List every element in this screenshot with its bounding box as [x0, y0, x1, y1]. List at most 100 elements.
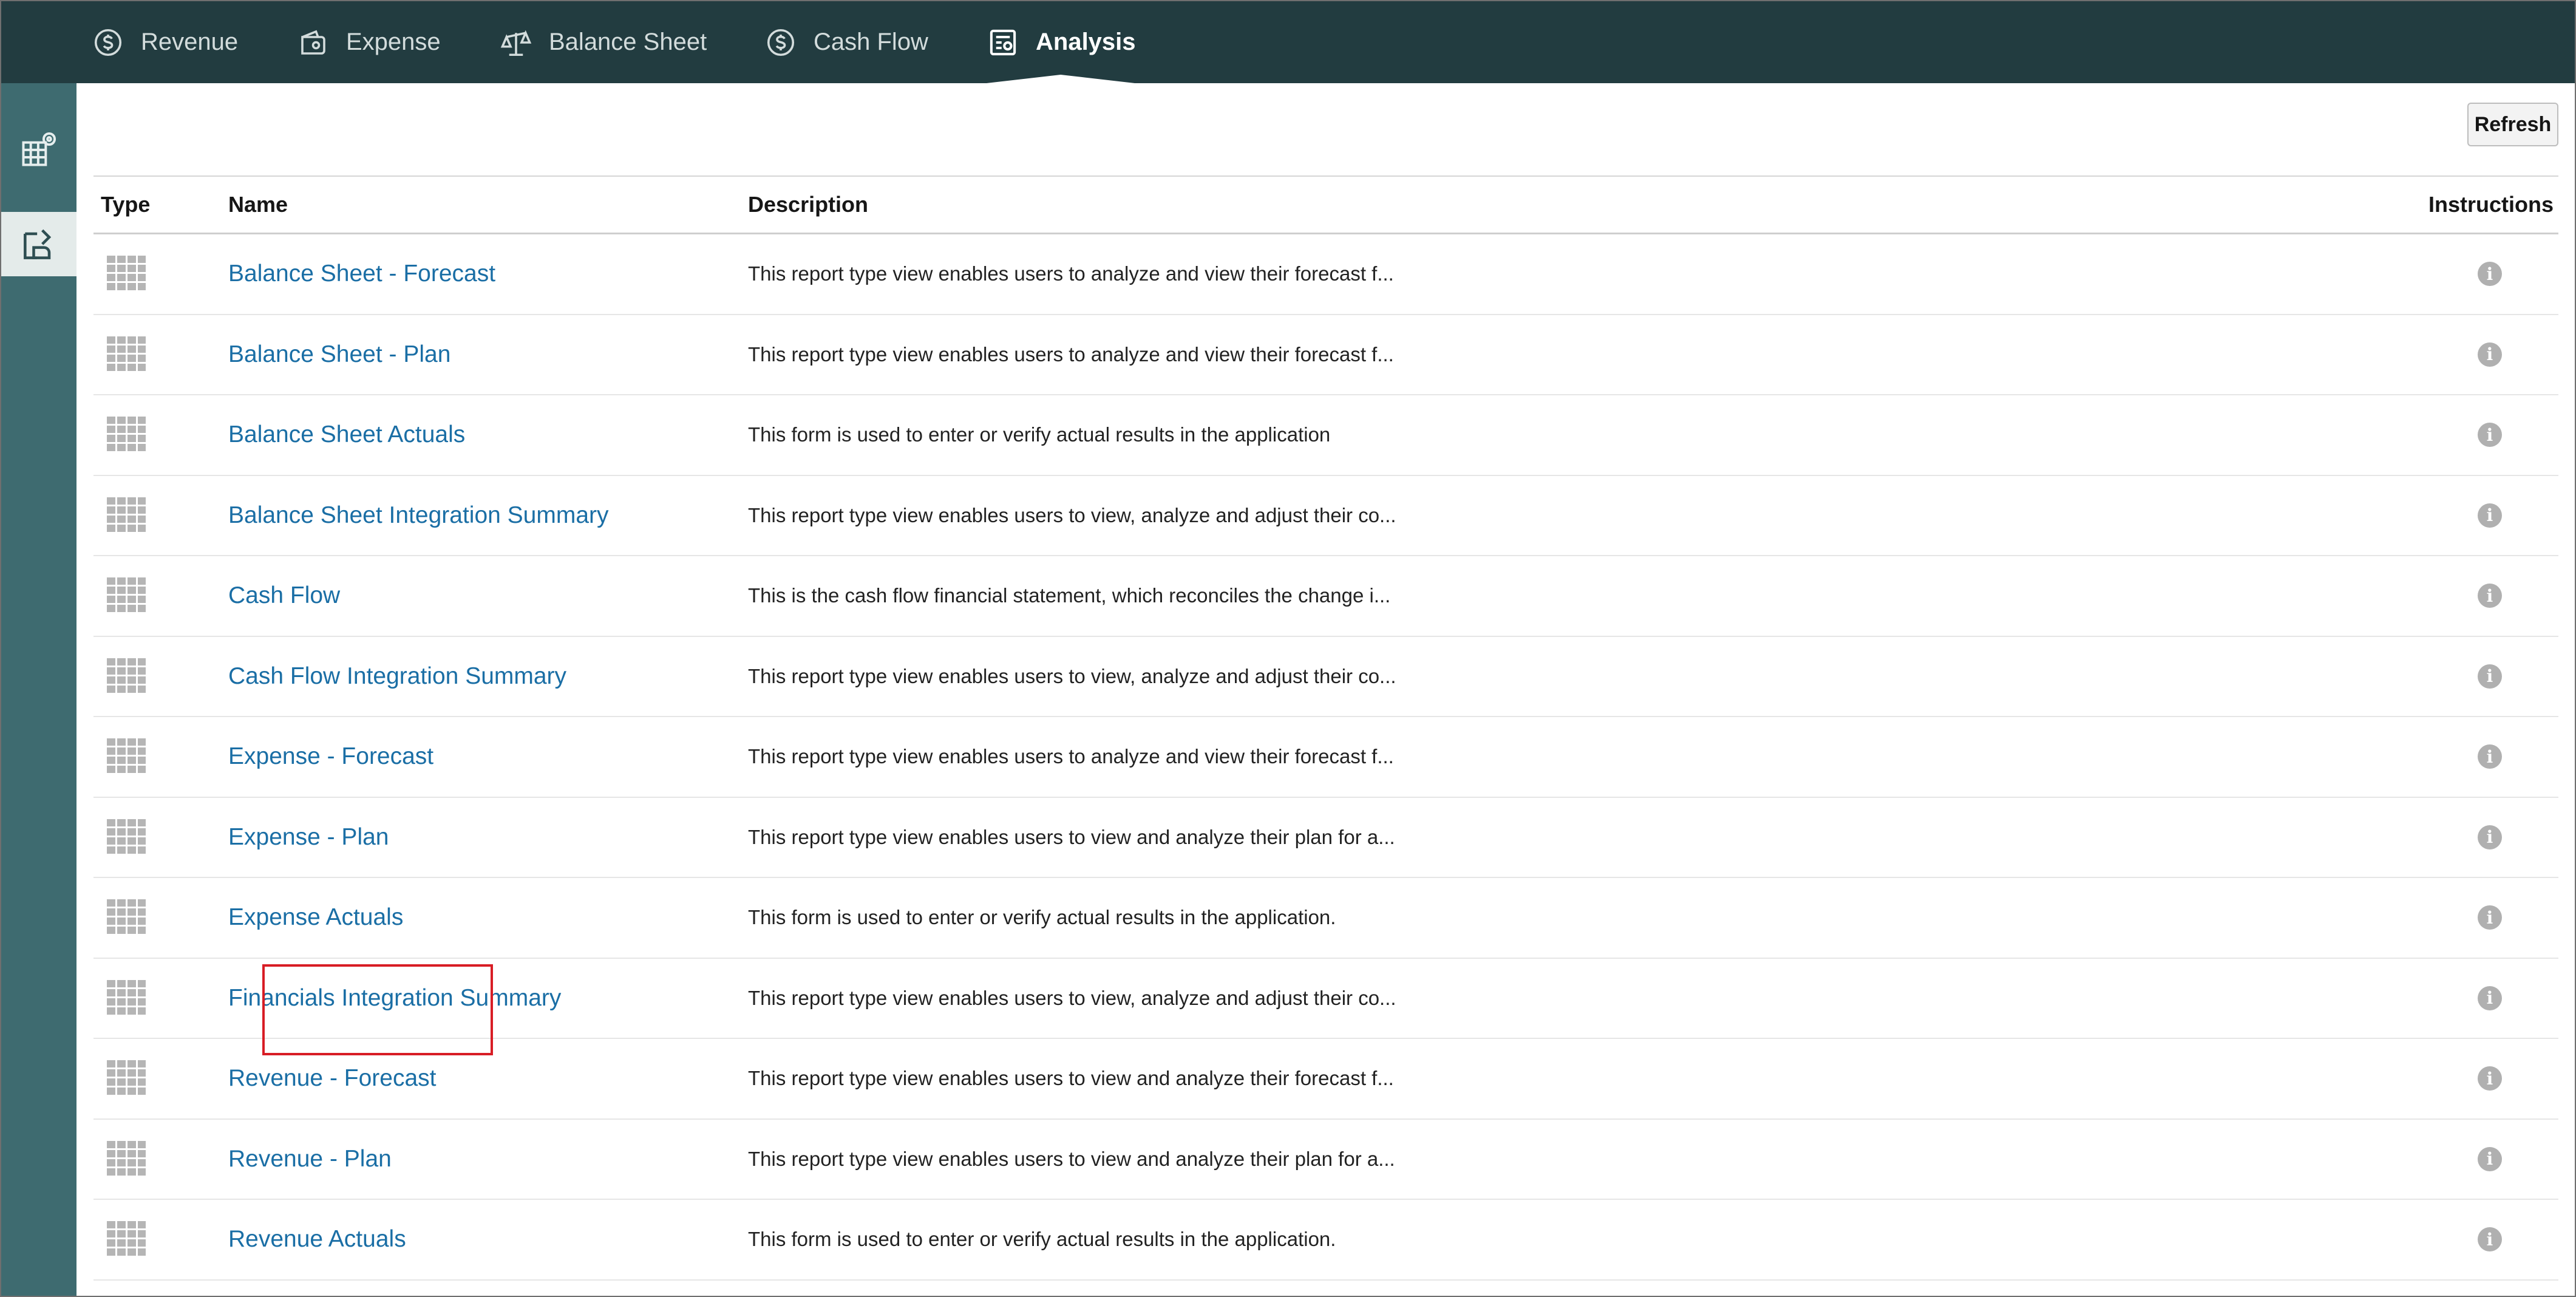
tab-expense[interactable]: Expense — [296, 1, 441, 83]
type-cell — [107, 1200, 148, 1279]
report-icon — [986, 26, 1020, 60]
form-name-link[interactable]: Balance Sheet Integration Summary — [228, 502, 609, 529]
table-row: Balance Sheet Integration Summary This r… — [93, 476, 2558, 556]
table-row: Expense - Plan This report type view ena… — [93, 798, 2558, 878]
form-grid-icon — [107, 1140, 146, 1177]
table-body: Balance Sheet - Forecast This report typ… — [93, 234, 2558, 1281]
instructions-cell: i — [2475, 878, 2505, 958]
grid-settings-icon — [22, 132, 56, 166]
info-icon[interactable]: i — [2478, 744, 2502, 769]
info-icon[interactable]: i — [2478, 986, 2502, 1010]
form-name-link[interactable]: Financials Integration Summary — [228, 985, 561, 1012]
name-cell: Expense Actuals — [228, 878, 403, 958]
info-icon[interactable]: i — [2478, 905, 2502, 930]
type-cell — [107, 234, 148, 314]
info-icon[interactable]: i — [2478, 342, 2502, 367]
name-cell: Balance Sheet Integration Summary — [228, 476, 609, 556]
type-cell — [107, 1039, 148, 1118]
form-name-link[interactable]: Cash Flow — [228, 582, 340, 609]
type-cell — [107, 878, 148, 958]
form-name-link[interactable]: Revenue Actuals — [228, 1226, 406, 1253]
refresh-button[interactable]: Refresh — [2467, 103, 2558, 146]
instructions-cell: i — [2475, 234, 2505, 314]
sidebar-item-dashboard[interactable] — [1, 117, 76, 182]
name-cell: Financials Integration Summary — [228, 959, 561, 1038]
sidebar-item-analysis[interactable] — [1, 212, 76, 276]
info-icon[interactable]: i — [2478, 262, 2502, 287]
form-grid-icon — [107, 336, 146, 373]
form-name-link[interactable]: Cash Flow Integration Summary — [228, 663, 566, 690]
type-cell — [107, 476, 148, 556]
instructions-cell: i — [2475, 798, 2505, 877]
instructions-cell: i — [2475, 1200, 2505, 1279]
form-description: This report type view enables users to v… — [748, 1067, 1394, 1090]
table-row: Cash Flow Integration Summary This repor… — [93, 637, 2558, 717]
form-grid-icon — [107, 497, 146, 534]
table-row: Revenue Actuals This form is used to ent… — [93, 1200, 2558, 1281]
table-row: Revenue - Plan This report type view ena… — [93, 1120, 2558, 1200]
form-grid-icon — [107, 658, 146, 695]
column-header-instructions: Instructions — [2428, 192, 2554, 217]
column-header-description: Description — [748, 192, 869, 217]
instructions-cell: i — [2475, 1039, 2505, 1118]
form-description: This is the cash flow financial statemen… — [748, 584, 1391, 607]
table-row: Financials Integration Summary This repo… — [93, 959, 2558, 1039]
form-description: This form is used to enter or verify act… — [748, 423, 1331, 446]
top-navigation-bar: Revenue Expense Balance Sheet Cash Flow … — [1, 1, 2575, 83]
column-header-type: Type — [101, 192, 151, 217]
form-name-link[interactable]: Balance Sheet Actuals — [228, 421, 465, 448]
info-icon[interactable]: i — [2478, 825, 2502, 849]
left-sidebar — [1, 83, 76, 1296]
description-cell: This report type view enables users to v… — [748, 798, 1395, 877]
form-grid-icon — [107, 899, 146, 936]
instructions-cell: i — [2475, 959, 2505, 1038]
form-name-link[interactable]: Balance Sheet - Forecast — [228, 260, 495, 287]
table-row: Cash Flow This is the cash flow financia… — [93, 556, 2558, 637]
description-cell: This report type view enables users to a… — [748, 315, 1394, 395]
form-name-link[interactable]: Expense - Forecast — [228, 743, 433, 770]
name-cell: Expense - Plan — [228, 798, 389, 877]
form-description: This report type view enables users to v… — [748, 664, 1396, 687]
info-icon[interactable]: i — [2478, 584, 2502, 608]
wallet-icon — [296, 26, 330, 60]
form-name-link[interactable]: Balance Sheet - Plan — [228, 341, 450, 368]
info-icon[interactable]: i — [2478, 1066, 2502, 1091]
name-cell: Balance Sheet - Plan — [228, 315, 450, 395]
form-description: This report type view enables users to a… — [748, 262, 1394, 285]
form-description: This report type view enables users to a… — [748, 342, 1394, 366]
form-name-link[interactable]: Revenue - Plan — [228, 1146, 392, 1173]
instructions-cell: i — [2475, 717, 2505, 797]
description-cell: This report type view enables users to v… — [748, 637, 1396, 717]
description-cell: This form is used to enter or verify act… — [748, 1200, 1336, 1279]
scales-icon — [499, 26, 533, 60]
info-icon[interactable]: i — [2478, 664, 2502, 689]
form-name-link[interactable]: Expense - Plan — [228, 824, 389, 851]
tab-analysis[interactable]: Analysis — [986, 1, 1136, 83]
table-row: Balance Sheet - Plan This report type vi… — [93, 315, 2558, 395]
description-cell: This report type view enables users to v… — [748, 476, 1396, 556]
form-grid-icon — [107, 738, 146, 775]
info-icon[interactable]: i — [2478, 423, 2502, 448]
description-cell: This report type view enables users to a… — [748, 717, 1394, 797]
form-name-link[interactable]: Revenue - Forecast — [228, 1065, 437, 1092]
form-grid-icon — [107, 577, 146, 614]
table-row: Balance Sheet Actuals This form is used … — [93, 395, 2558, 476]
type-cell — [107, 717, 148, 797]
info-icon[interactable]: i — [2478, 1227, 2502, 1252]
table-header: Type Name Description Instructions — [93, 177, 2558, 234]
tab-balance-sheet[interactable]: Balance Sheet — [499, 1, 707, 83]
tab-cash-flow[interactable]: Cash Flow — [764, 1, 928, 83]
tab-cash-flow-label: Cash Flow — [814, 29, 928, 55]
name-cell: Balance Sheet - Forecast — [228, 234, 495, 314]
tab-revenue[interactable]: Revenue — [91, 1, 238, 83]
tab-revenue-label: Revenue — [141, 29, 239, 55]
instructions-cell: i — [2475, 395, 2505, 475]
info-icon[interactable]: i — [2478, 1146, 2502, 1171]
name-cell: Revenue Actuals — [228, 1200, 406, 1279]
instructions-cell: i — [2475, 476, 2505, 556]
form-name-link[interactable]: Expense Actuals — [228, 904, 403, 931]
description-cell: This report type view enables users to v… — [748, 1120, 1395, 1199]
type-cell — [107, 637, 148, 717]
name-cell: Revenue - Plan — [228, 1120, 392, 1199]
info-icon[interactable]: i — [2478, 503, 2502, 528]
